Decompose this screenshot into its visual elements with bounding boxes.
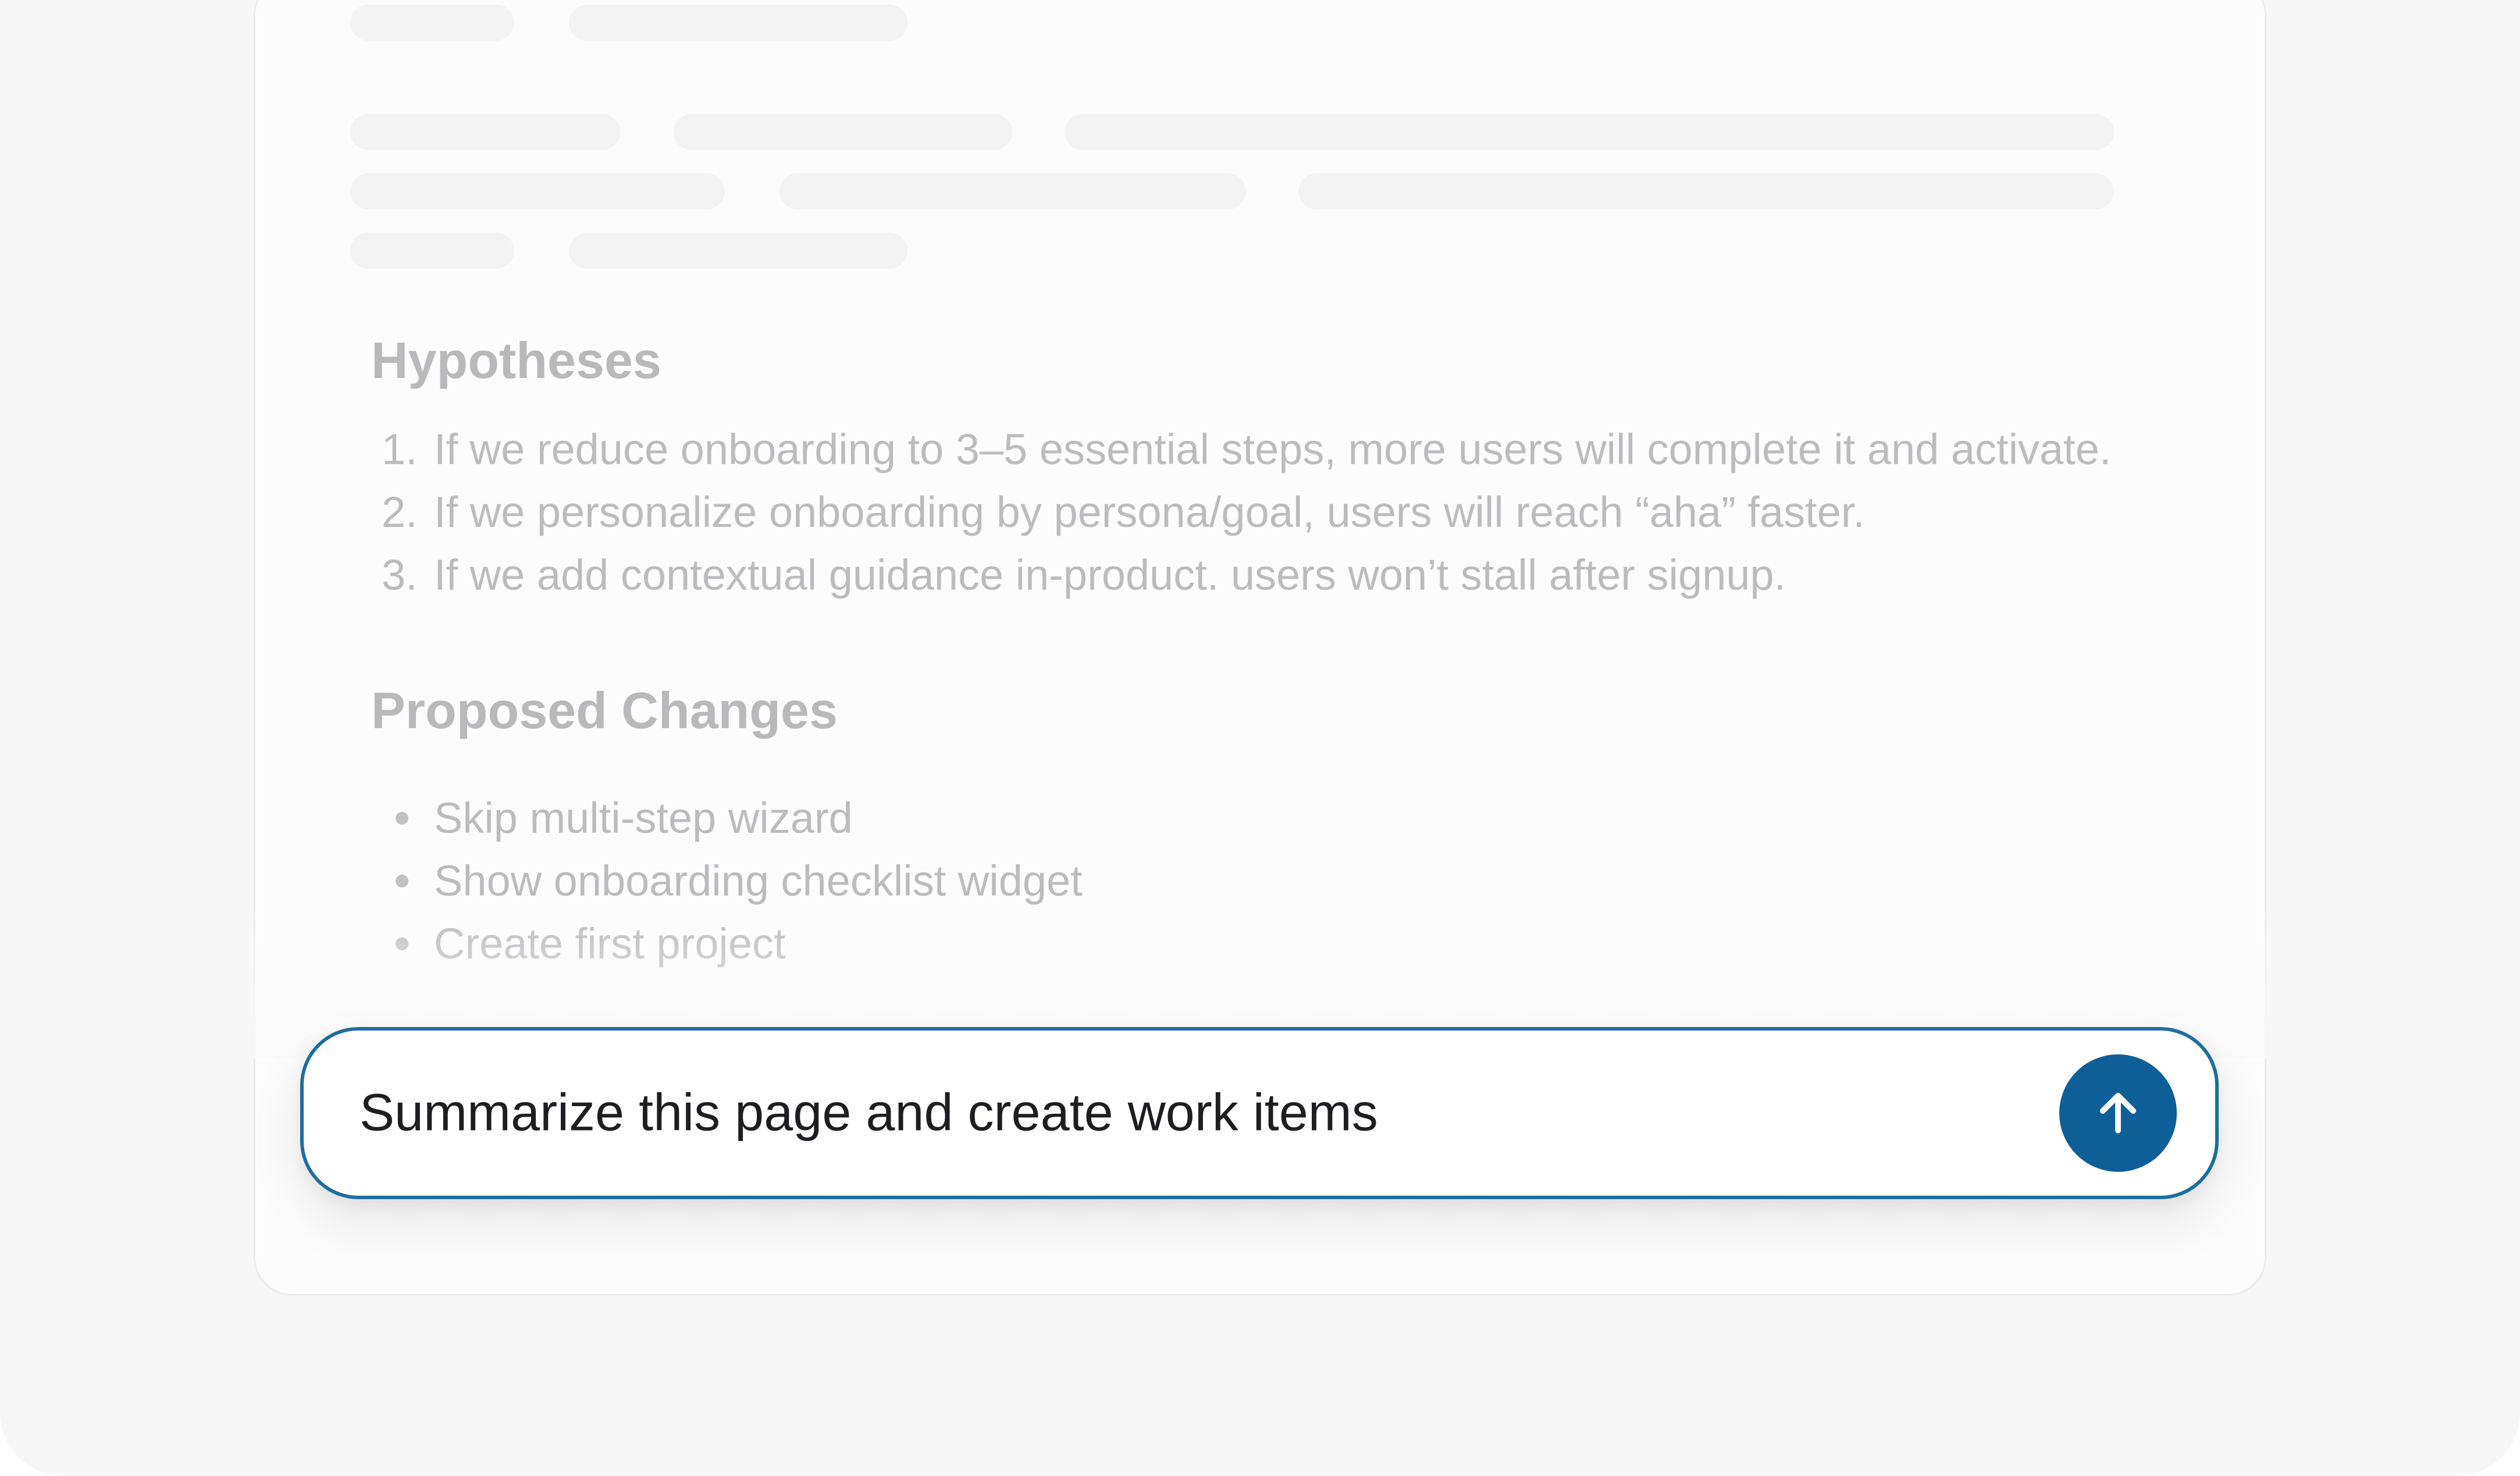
skeleton-line [350, 173, 725, 209]
list-item-text: Show onboarding checklist widget [434, 857, 1083, 905]
list-item-text: If we reduce onboarding to 3–5 essential… [434, 425, 2112, 473]
skeleton-line [1298, 173, 2114, 209]
list-item-text: Skip multi-step wizard [434, 794, 853, 842]
prompt-input[interactable] [360, 1083, 2046, 1143]
list-item-text: If we personalize onboarding by persona/… [434, 488, 1865, 536]
bullet-icon [396, 812, 408, 825]
list-number: 1. [382, 425, 418, 473]
hypothesis-item: 2. If we personalize onboarding by perso… [382, 491, 1865, 534]
hypothesis-item: 1. If we reduce onboarding to 3–5 essent… [382, 428, 2111, 471]
list-item-text: Create first project [434, 919, 786, 968]
hypothesis-item: 3. If we add contextual guidance in-prod… [382, 554, 1786, 597]
proposed-change-item: Create first project [382, 922, 786, 965]
skeleton-line [350, 233, 514, 269]
section-heading-proposed-changes: Proposed Changes [371, 682, 838, 739]
skeleton-line [674, 114, 1012, 150]
skeleton-line [780, 173, 1246, 209]
skeleton-line [350, 5, 514, 41]
prompt-box [300, 1027, 2219, 1199]
bullet-icon [396, 875, 408, 887]
skeleton-line [350, 114, 620, 150]
skeleton-line [569, 233, 907, 269]
skeleton-line [1065, 114, 2114, 150]
skeleton-line [569, 5, 907, 41]
send-button[interactable] [2059, 1054, 2177, 1172]
proposed-change-item: Skip multi-step wizard [382, 797, 853, 840]
section-heading-hypotheses: Hypotheses [371, 331, 661, 389]
list-number: 3. [382, 551, 418, 599]
list-number: 2. [382, 488, 418, 536]
bullet-icon [396, 937, 408, 950]
proposed-change-item: Show onboarding checklist widget [382, 860, 1083, 903]
list-item-text: If we add contextual guidance in-product… [434, 551, 1786, 599]
arrow-up-icon [2099, 1093, 2137, 1133]
